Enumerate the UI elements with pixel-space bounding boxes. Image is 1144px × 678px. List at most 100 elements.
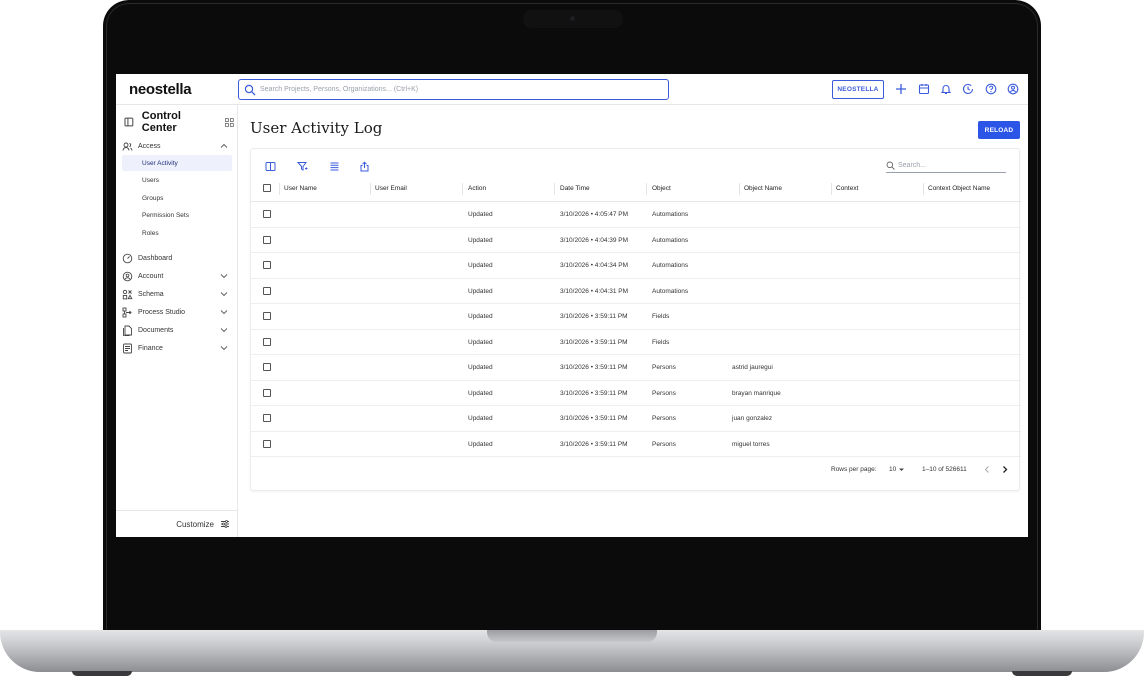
- process-studio-icon: [122, 307, 132, 317]
- rows-per-page-label: Rows per page:: [831, 466, 877, 473]
- bell-icon[interactable]: [939, 82, 953, 96]
- nav-schema[interactable]: Schema: [122, 286, 232, 302]
- cell-object-name: miguel torres: [732, 440, 770, 448]
- row-checkbox[interactable]: [263, 388, 271, 397]
- reload-button[interactable]: RELOAD: [978, 121, 1020, 139]
- cell-object: Automations: [652, 287, 689, 295]
- cell-object: Automations: [652, 262, 689, 269]
- activity-table-card: Search... User Name User Email Action Da…: [250, 148, 1021, 491]
- column-separator: [554, 183, 555, 195]
- columns-icon[interactable]: [265, 161, 276, 172]
- pagination-range: 1–10 of 526611: [922, 466, 967, 473]
- table-search-input[interactable]: Search...: [886, 159, 1006, 173]
- cell-object: Persons: [652, 389, 676, 397]
- cell-date-time: 3/10/2026 • 4:05:47 PM: [560, 211, 629, 218]
- laptop-foot-left: [72, 671, 132, 676]
- plus-icon[interactable]: [894, 82, 908, 96]
- user-icon[interactable]: [1006, 82, 1020, 96]
- chevron-down-icon: [220, 274, 228, 279]
- documents-icon: [123, 325, 132, 336]
- nav-documents[interactable]: Documents: [122, 322, 232, 338]
- main-content: User Activity Log RELOAD Search... User …: [238, 105, 1028, 537]
- cell-action: Updated: [468, 415, 493, 422]
- row-checkbox[interactable]: [263, 414, 271, 422]
- row-checkbox[interactable]: [263, 312, 271, 320]
- table-row[interactable]: Updated 3/10/2026 • 3:59:11 PM Persons m…: [251, 432, 1021, 457]
- sidebar-item-permission-sets[interactable]: Permission Sets: [122, 208, 232, 224]
- column-separator: [370, 183, 371, 195]
- column-header-context-object-name[interactable]: Context Object Name: [928, 185, 990, 192]
- grid-icon[interactable]: [225, 117, 234, 127]
- row-checkbox[interactable]: [263, 286, 271, 295]
- panel-icon[interactable]: [124, 117, 134, 127]
- sidebar-item-users[interactable]: Users: [122, 173, 232, 189]
- calendar-icon[interactable]: [917, 82, 931, 96]
- nav-finance[interactable]: Finance: [122, 340, 232, 356]
- column-header-object-name[interactable]: Object Name: [744, 185, 782, 192]
- column-header-user-email[interactable]: User Email: [375, 185, 407, 192]
- nav-process-studio[interactable]: Process Studio: [122, 304, 232, 320]
- sliders-icon: [221, 520, 229, 528]
- table-row[interactable]: Updated 3/10/2026 • 4:04:31 PM Automatio…: [251, 279, 1021, 304]
- organization-button[interactable]: NEOSTELLA: [832, 80, 884, 99]
- table-row[interactable]: Updated 3/10/2026 • 4:04:39 PM Automatio…: [251, 228, 1021, 253]
- table-header: User Name User Email Action Date Time Ob…: [251, 176, 1021, 202]
- table-row[interactable]: Updated 3/10/2026 • 4:05:47 PM Automatio…: [251, 202, 1021, 228]
- nav-account[interactable]: Account: [122, 268, 232, 284]
- cell-object: Persons: [652, 364, 676, 371]
- chevron-down-icon: [220, 292, 228, 297]
- density-icon[interactable]: [329, 161, 340, 172]
- chevron-left-icon[interactable]: [983, 465, 992, 474]
- cell-object: Fields: [652, 313, 670, 320]
- column-header-object[interactable]: Object: [652, 185, 671, 192]
- chevron-right-icon[interactable]: [1000, 465, 1009, 474]
- rows-per-page-select[interactable]: 10: [889, 466, 896, 473]
- table-row[interactable]: Updated 3/10/2026 • 3:59:11 PM Persons b…: [251, 381, 1021, 406]
- history-icon[interactable]: [961, 82, 975, 96]
- table-row[interactable]: Updated 3/10/2026 • 3:59:11 PM Persons j…: [251, 406, 1021, 432]
- customize-button[interactable]: Customize: [116, 510, 238, 537]
- column-header-date-time[interactable]: Date Time: [560, 185, 590, 192]
- table-row[interactable]: Updated 3/10/2026 • 3:59:11 PM Fields: [251, 330, 1021, 355]
- sidebar-item-roles[interactable]: Roles: [122, 225, 232, 241]
- nav-documents-label: Documents: [138, 326, 174, 334]
- cell-action: Updated: [468, 287, 493, 295]
- row-checkbox[interactable]: [263, 439, 271, 448]
- sidebar-item-groups[interactable]: Groups: [122, 190, 232, 206]
- cell-date-time: 3/10/2026 • 3:59:11 PM: [560, 313, 628, 320]
- export-icon[interactable]: [359, 161, 370, 172]
- nav-dashboard-label: Dashboard: [138, 254, 173, 262]
- global-search-input[interactable]: Search Projects, Persons, Organizations.…: [238, 79, 669, 100]
- control-center-title: Control Center: [141, 110, 181, 134]
- column-header-context[interactable]: Context: [836, 185, 858, 192]
- cell-action: Updated: [468, 389, 493, 397]
- cell-date-time: 3/10/2026 • 3:59:11 PM: [560, 415, 628, 422]
- nav-access[interactable]: Access: [122, 138, 232, 154]
- column-header-user-name[interactable]: User Name: [284, 185, 317, 192]
- table-row[interactable]: Updated 3/10/2026 • 4:04:34 PM Automatio…: [251, 253, 1021, 279]
- sidebar-item-user-activity[interactable]: User Activity: [122, 155, 232, 171]
- page-title: User Activity Log: [250, 119, 383, 137]
- nav-schema-label: Schema: [138, 290, 164, 298]
- app-logo[interactable]: neostella: [129, 81, 192, 98]
- row-checkbox[interactable]: [263, 337, 271, 346]
- cell-action: Updated: [468, 236, 493, 244]
- chevron-up-icon: [220, 143, 228, 148]
- select-all-checkbox[interactable]: [263, 184, 271, 192]
- column-separator: [279, 183, 280, 195]
- row-checkbox[interactable]: [263, 261, 271, 269]
- row-checkbox[interactable]: [263, 235, 271, 244]
- help-icon[interactable]: [984, 82, 998, 96]
- nav-dashboard[interactable]: Dashboard: [122, 250, 232, 266]
- caret-down-icon[interactable]: [898, 466, 905, 473]
- cell-action: Updated: [468, 313, 493, 320]
- table-row[interactable]: Updated 3/10/2026 • 3:59:11 PM Persons a…: [251, 355, 1021, 381]
- row-checkbox[interactable]: [263, 210, 271, 218]
- row-checkbox[interactable]: [263, 363, 271, 371]
- filter-icon[interactable]: [297, 161, 308, 172]
- cell-date-time: 3/10/2026 • 3:59:11 PM: [560, 364, 628, 371]
- camera-icon: [570, 16, 575, 21]
- account-icon: [122, 271, 133, 281]
- column-header-action[interactable]: Action: [468, 185, 486, 192]
- table-row[interactable]: Updated 3/10/2026 • 3:59:11 PM Fields: [251, 304, 1021, 330]
